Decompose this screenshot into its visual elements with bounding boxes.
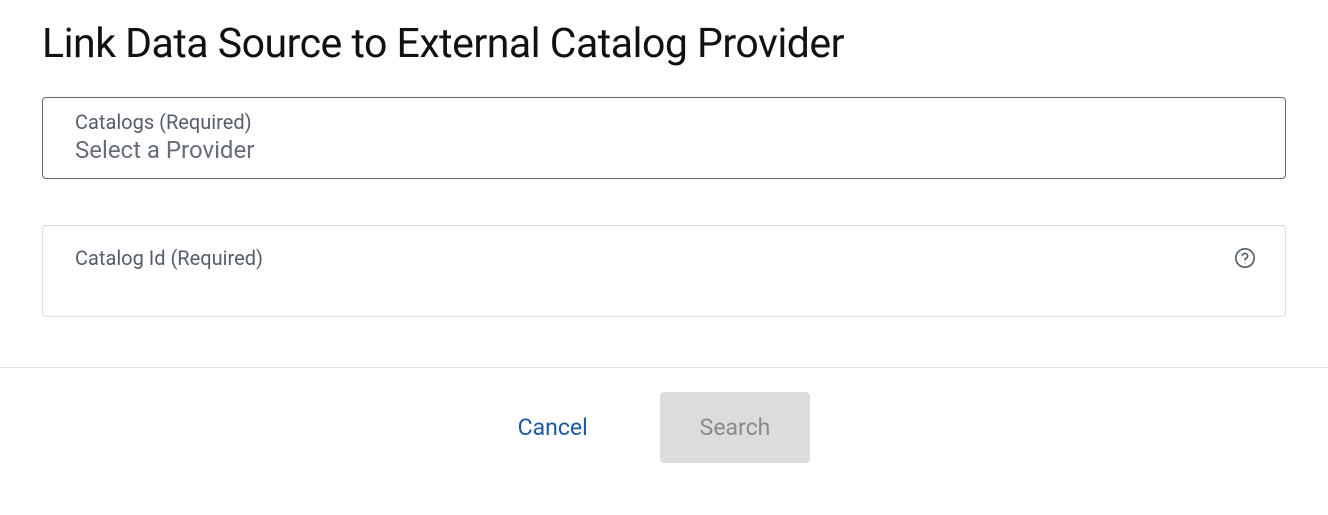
catalog-id-label: Catalog Id (Required) — [75, 246, 1225, 270]
link-data-source-dialog: Link Data Source to External Catalog Pro… — [0, 0, 1328, 317]
catalog-id-field[interactable]: Catalog Id (Required) — [42, 225, 1286, 317]
help-icon[interactable] — [1233, 246, 1257, 270]
catalogs-select[interactable]: Catalogs (Required) Select a Provider — [42, 97, 1286, 179]
search-button[interactable]: Search — [660, 392, 811, 463]
cancel-button[interactable]: Cancel — [518, 414, 588, 441]
dialog-title: Link Data Source to External Catalog Pro… — [42, 20, 1286, 69]
dialog-footer: Cancel Search — [0, 367, 1328, 487]
catalogs-placeholder: Select a Provider — [75, 136, 254, 164]
catalogs-label: Catalogs (Required) — [75, 110, 1253, 134]
